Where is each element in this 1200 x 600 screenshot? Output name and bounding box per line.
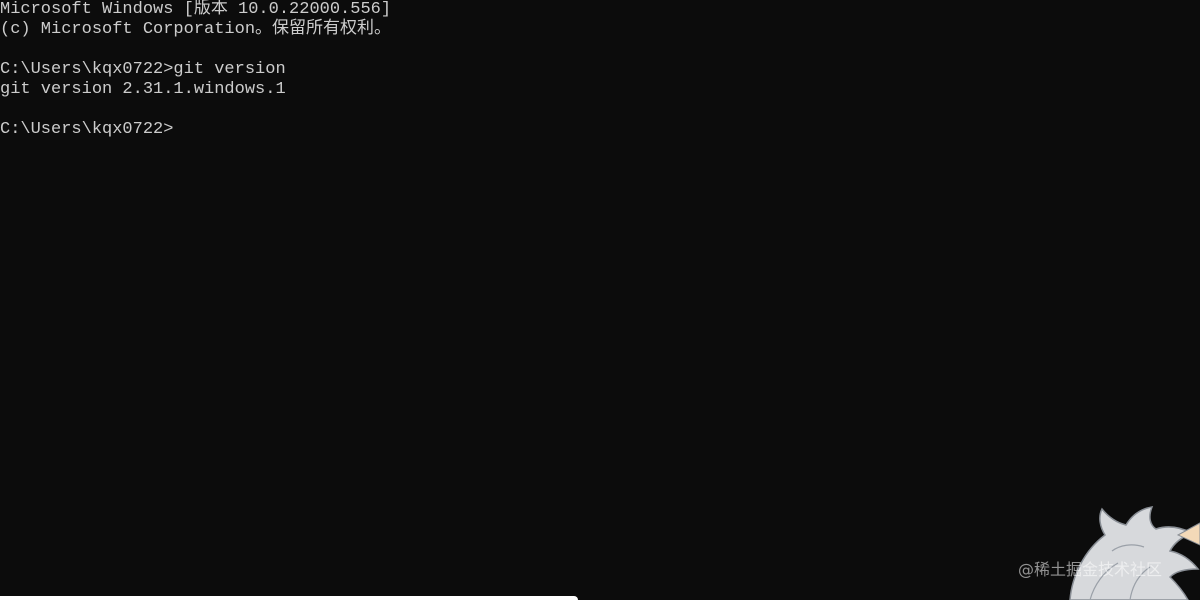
watermark: @稀土掘金技术社区 [1018,560,1163,579]
anime-mascot-icon [1069,506,1200,600]
terminal-output: Microsoft Windows [版本 10.0.22000.556] (c… [0,0,391,140]
terminal-prompt-line[interactable]: C:\Users\kqx0722> [0,120,391,140]
terminal-window[interactable]: Microsoft Windows [版本 10.0.22000.556] (c… [0,0,1200,600]
bottom-bar [0,596,578,600]
terminal-line-command: C:\Users\kqx0722>git version [0,60,286,79]
terminal-line-result: git version 2.31.1.windows.1 [0,80,286,99]
terminal-line-version: Microsoft Windows [版本 10.0.22000.556] [0,0,392,19]
terminal-line-copyright: (c) Microsoft Corporation。保留所有权利。 [0,20,392,39]
terminal-prompt: C:\Users\kqx0722> [0,120,174,139]
